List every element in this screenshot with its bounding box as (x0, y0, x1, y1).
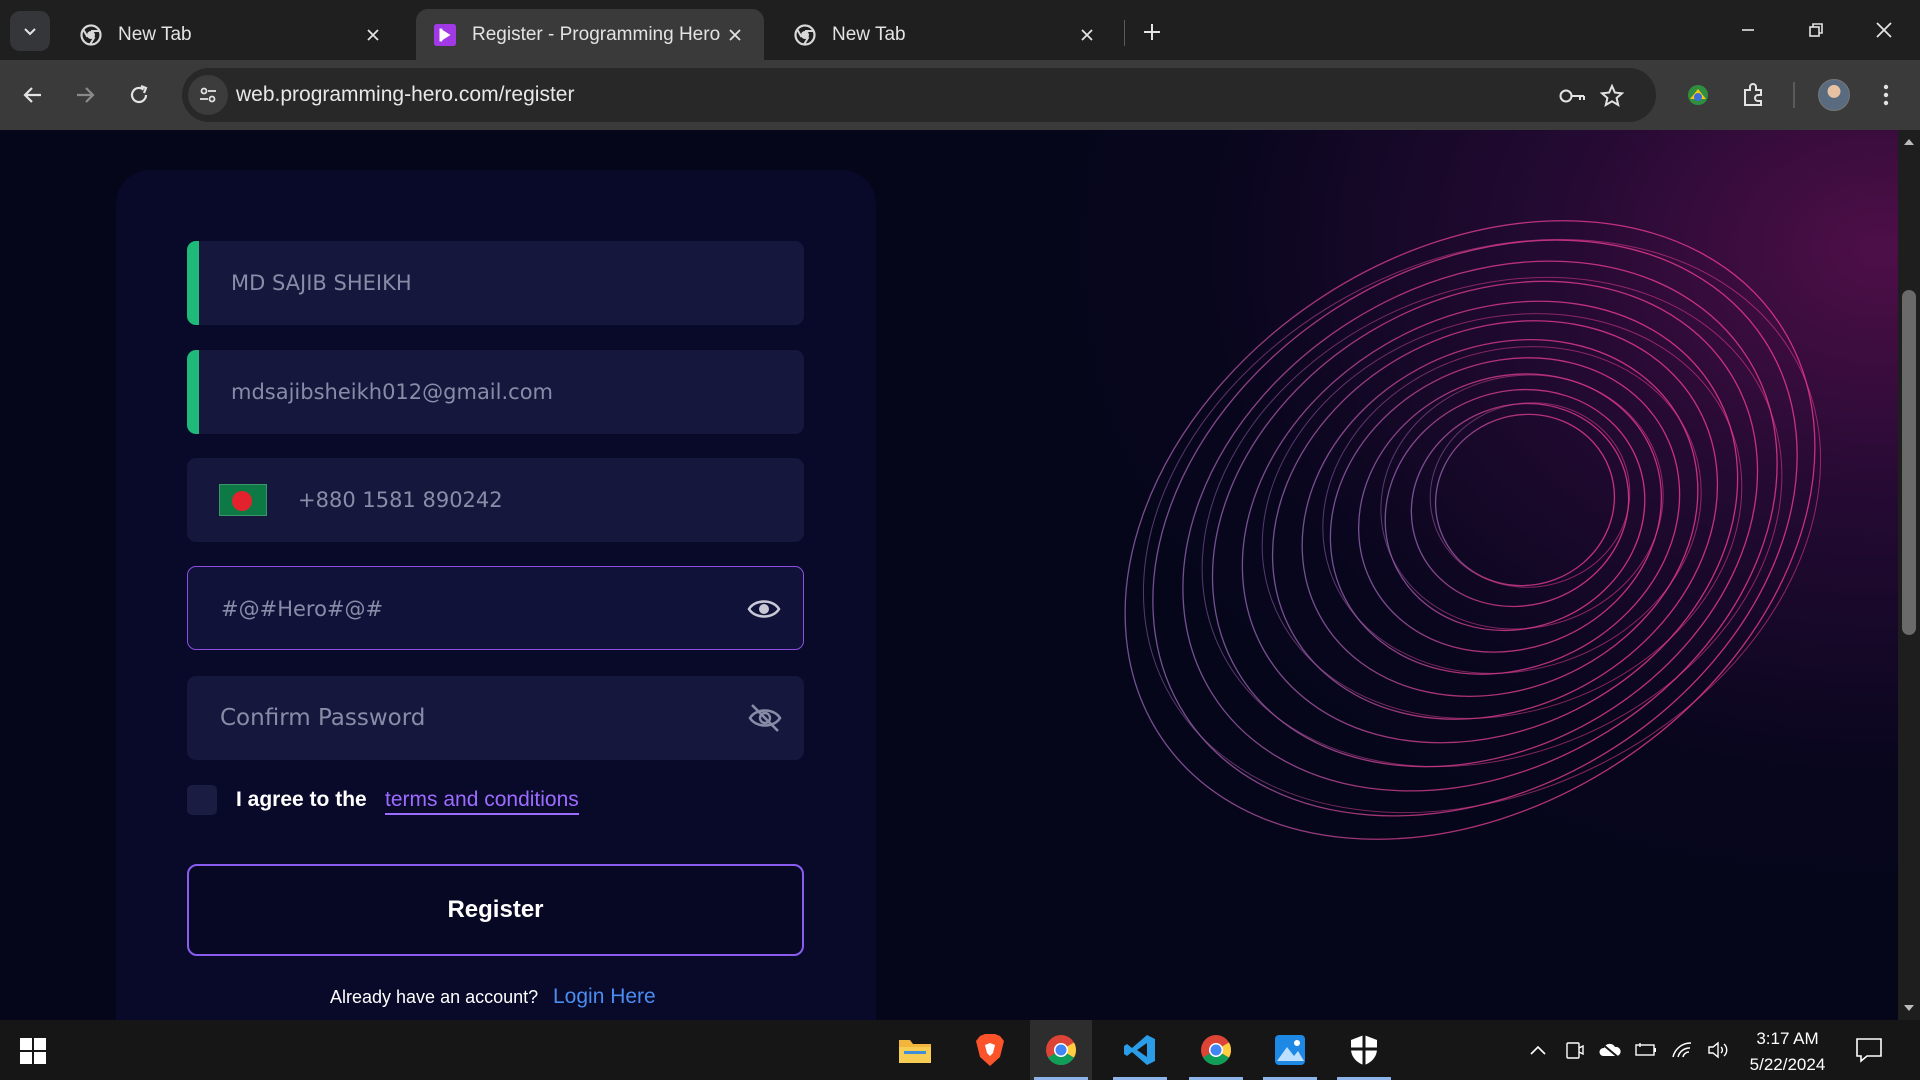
email-value: mdsajibsheikh012@gmail.com (231, 380, 554, 404)
confirm-password-field[interactable]: Confirm Password (187, 676, 804, 760)
tab-title: New Tab (118, 23, 192, 45)
eye-icon[interactable] (747, 593, 781, 625)
tab-title: New Tab (832, 23, 906, 45)
decorative-swirl-graphic (1124, 220, 1822, 840)
full-name-value: MD SAJIB SHEIKH (231, 271, 412, 295)
onedrive-offline-icon[interactable] (1598, 1039, 1622, 1061)
menu-kebab-icon[interactable] (1868, 77, 1904, 113)
close-icon[interactable] (720, 20, 750, 50)
vscode-icon[interactable] (1109, 1020, 1171, 1080)
chevron-up-icon[interactable] (1526, 1039, 1550, 1061)
scroll-down-icon[interactable] (1903, 1002, 1915, 1014)
meet-now-icon[interactable] (1562, 1039, 1586, 1061)
terms-link[interactable]: terms and conditions (385, 788, 579, 815)
forward-button[interactable] (64, 74, 106, 116)
photos-app-icon[interactable] (1259, 1020, 1321, 1080)
arrow-left-icon (23, 87, 41, 103)
email-field[interactable]: mdsajibsheikh012@gmail.com (187, 350, 804, 434)
chevron-down-icon (24, 28, 36, 36)
chrome-icon (80, 23, 102, 46)
tab-strip: New Tab Register - Programming Hero New … (0, 0, 1920, 60)
new-tab-button[interactable] (1134, 14, 1170, 50)
password-field[interactable]: #@#Hero#@# (187, 566, 804, 650)
battery-icon[interactable] (1634, 1039, 1658, 1061)
plus-icon (1144, 24, 1160, 40)
bookmark-star-icon[interactable] (1596, 80, 1628, 112)
phone-value: +880 1581 890242 (298, 488, 503, 512)
password-key-icon[interactable] (1556, 80, 1588, 112)
system-clock[interactable]: 3:17 AM 5/22/2024 (1740, 1026, 1835, 1078)
password-value: #@#Hero#@# (221, 597, 384, 621)
volume-icon[interactable] (1706, 1039, 1730, 1061)
reload-button[interactable] (118, 74, 160, 116)
extension-colorful-icon[interactable] (1680, 77, 1716, 113)
tab-register[interactable]: Register - Programming Hero (416, 9, 764, 60)
address-bar[interactable]: web.programming-hero.com/register (182, 68, 1656, 122)
bangladesh-flag-icon[interactable] (219, 484, 267, 516)
phone-field[interactable]: +880 1581 890242 (187, 458, 804, 542)
profile-avatar[interactable] (1818, 79, 1850, 111)
page-viewport: MD SAJIB SHEIKH mdsajibsheikh012@gmail.c… (0, 130, 1898, 1020)
full-name-field[interactable]: MD SAJIB SHEIKH (187, 241, 804, 325)
programming-hero-icon (434, 23, 456, 46)
confirm-password-placeholder: Confirm Password (220, 705, 426, 731)
windows-taskbar: 3:17 AM 5/22/2024 (0, 1020, 1920, 1080)
clock-date: 5/22/2024 (1749, 1055, 1826, 1074)
login-link[interactable]: Login Here (553, 985, 656, 1009)
scroll-up-icon[interactable] (1903, 136, 1915, 148)
chrome-icon (794, 23, 816, 46)
tab-new-tab-1[interactable]: New Tab (62, 9, 402, 60)
tab-separator (1124, 20, 1125, 46)
wifi-icon[interactable] (1670, 1039, 1694, 1061)
notification-icon[interactable] (1855, 1037, 1883, 1063)
tab-new-tab-2[interactable]: New Tab (776, 9, 1116, 60)
tab-title: Register - Programming Hero (472, 23, 720, 45)
security-shield-icon[interactable] (1333, 1020, 1395, 1080)
agree-label: I agree to the (236, 788, 367, 811)
close-icon (1876, 22, 1892, 38)
close-icon[interactable] (358, 20, 388, 50)
close-icon[interactable] (1072, 20, 1102, 50)
arrow-right-icon (77, 87, 95, 103)
close-window-button[interactable] (1856, 8, 1912, 52)
brave-browser-icon[interactable] (959, 1020, 1021, 1080)
page-scrollbar[interactable] (1898, 130, 1920, 1020)
chrome-profile-taskbar-icon[interactable] (1185, 1020, 1247, 1080)
terms-checkbox[interactable] (187, 785, 217, 815)
already-account-text: Already have an account? (330, 987, 539, 1007)
eye-off-icon[interactable] (748, 702, 782, 734)
scrollbar-thumb[interactable] (1902, 290, 1916, 635)
windows-start-icon[interactable] (20, 1038, 46, 1064)
extensions-puzzle-icon[interactable] (1735, 77, 1771, 113)
site-info-button[interactable] (188, 75, 228, 115)
tab-search-button[interactable] (10, 11, 50, 51)
browser-toolbar: web.programming-hero.com/register (0, 60, 1920, 130)
register-button[interactable]: Register (187, 864, 804, 956)
minimize-icon (1742, 29, 1754, 31)
chrome-taskbar-icon[interactable] (1030, 1020, 1092, 1080)
reload-icon (130, 84, 148, 104)
restore-button[interactable] (1788, 8, 1844, 52)
tune-icon (200, 87, 216, 103)
restore-icon (1809, 23, 1823, 37)
clock-time: 3:17 AM (1756, 1029, 1819, 1048)
back-button[interactable] (12, 74, 54, 116)
url-text[interactable]: web.programming-hero.com/register (236, 83, 574, 107)
toolbar-divider (1793, 82, 1795, 108)
file-explorer-icon[interactable] (884, 1020, 946, 1080)
minimize-button[interactable] (1720, 8, 1776, 52)
